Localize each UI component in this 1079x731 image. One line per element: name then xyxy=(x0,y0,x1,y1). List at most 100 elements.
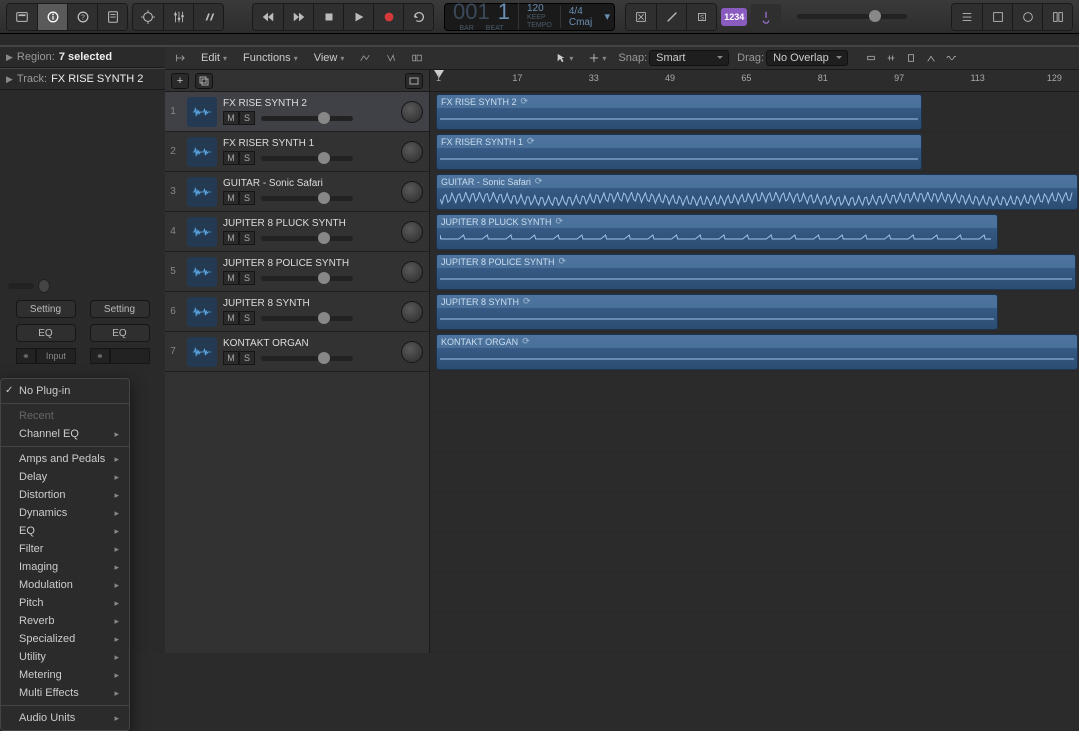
volume-slider[interactable] xyxy=(261,276,353,281)
mixer-button[interactable] xyxy=(163,4,193,30)
global-tracks-button[interactable] xyxy=(405,73,423,89)
region[interactable]: JUPITER 8 POLICE SYNTH⟳ xyxy=(436,254,1076,290)
eq-button-1[interactable]: EQ xyxy=(16,324,76,342)
menu-filter[interactable]: Filter▸ xyxy=(1,540,129,558)
menu-reverb[interactable]: Reverb▸ xyxy=(1,612,129,630)
track-info-row[interactable]: ▶Track:FX RISE SYNTH 2 xyxy=(0,68,165,90)
rewind-button[interactable] xyxy=(253,4,283,30)
cycle-button[interactable] xyxy=(403,4,433,30)
track-header[interactable]: 2FX RISER SYNTH 1MS xyxy=(165,132,429,172)
menu-audio-units[interactable]: Audio Units▸ xyxy=(1,709,129,727)
mute-button[interactable]: M xyxy=(223,111,239,125)
menu-no-plugin[interactable]: No Plug-in xyxy=(1,382,129,400)
input-slot[interactable]: Input xyxy=(36,348,75,364)
region[interactable]: GUITAR - Sonic Safari⟳ xyxy=(436,174,1078,210)
snap-select[interactable]: Smart xyxy=(649,50,729,66)
region-info-row[interactable]: ▶Region:7 selected xyxy=(0,46,165,68)
lcd-menu[interactable]: ▾ xyxy=(600,10,614,23)
quickhelp-button[interactable]: ? xyxy=(67,4,97,30)
pan-knob[interactable] xyxy=(401,341,423,363)
solo-button[interactable]: S xyxy=(239,151,255,165)
pan-knob[interactable] xyxy=(401,141,423,163)
track-name[interactable]: JUPITER 8 PLUCK SYNTH xyxy=(223,218,395,229)
replace-button[interactable] xyxy=(626,4,656,30)
region[interactable]: KONTAKT ORGAN⟳ xyxy=(436,334,1078,370)
region[interactable]: JUPITER 8 SYNTH⟳ xyxy=(436,294,998,330)
pan-knob[interactable] xyxy=(401,221,423,243)
menu-eq[interactable]: EQ▸ xyxy=(1,522,129,540)
pan-knob[interactable] xyxy=(401,181,423,203)
volume-slider[interactable] xyxy=(261,236,353,241)
menu-modulation[interactable]: Modulation▸ xyxy=(1,576,129,594)
browser-button[interactable] xyxy=(1042,4,1072,30)
list-editors-button[interactable] xyxy=(952,4,982,30)
library-button[interactable] xyxy=(7,4,37,30)
stop-button[interactable] xyxy=(313,4,343,30)
region[interactable]: JUPITER 8 PLUCK SYNTH⟳ xyxy=(436,214,998,250)
lcd-beat[interactable]: 1 xyxy=(498,1,510,23)
menu-channel-eq[interactable]: Channel EQ▸ xyxy=(1,425,129,443)
menu-dynamics[interactable]: Dynamics▸ xyxy=(1,504,129,522)
mute-button[interactable]: M xyxy=(223,191,239,205)
menu-delay[interactable]: Delay▸ xyxy=(1,468,129,486)
smart-controls-button[interactable] xyxy=(133,4,163,30)
link-icon-2[interactable]: ⚭ xyxy=(90,348,111,364)
flex-button[interactable] xyxy=(382,49,400,67)
menu-multi-effects[interactable]: Multi Effects▸ xyxy=(1,684,129,702)
zoom-tool-3[interactable] xyxy=(902,49,920,67)
volume-slider[interactable] xyxy=(261,196,353,201)
play-button[interactable] xyxy=(343,4,373,30)
pan-knob[interactable] xyxy=(401,261,423,283)
input-slot-2[interactable] xyxy=(110,348,149,364)
link-icon[interactable]: ⚭ xyxy=(16,348,37,364)
track-icon[interactable] xyxy=(187,257,217,287)
track-name[interactable]: GUITAR - Sonic Safari xyxy=(223,178,395,189)
track-icon[interactable] xyxy=(187,297,217,327)
track-header[interactable]: 4JUPITER 8 PLUCK SYNTHMS xyxy=(165,212,429,252)
menu-distortion[interactable]: Distortion▸ xyxy=(1,486,129,504)
mute-button[interactable]: M xyxy=(223,271,239,285)
countoff-badge[interactable]: 1234 xyxy=(721,8,747,26)
solo-button[interactable]: S xyxy=(239,351,255,365)
duplicate-track-button[interactable] xyxy=(195,73,213,89)
track-icon[interactable] xyxy=(187,137,217,167)
mute-button[interactable]: M xyxy=(223,311,239,325)
zoom-tool-2[interactable] xyxy=(882,49,900,67)
track-icon[interactable] xyxy=(187,97,217,127)
track-name[interactable]: JUPITER 8 SYNTH xyxy=(223,298,395,309)
solo-button[interactable]: S xyxy=(239,191,255,205)
volume-slider[interactable] xyxy=(261,316,353,321)
pan-knob[interactable] xyxy=(401,101,423,123)
menu-imaging[interactable]: Imaging▸ xyxy=(1,558,129,576)
mute-button[interactable]: M xyxy=(223,151,239,165)
master-volume-slider[interactable] xyxy=(797,14,907,19)
track-name[interactable]: JUPITER 8 POLICE SYNTH xyxy=(223,258,395,269)
mute-button[interactable]: M xyxy=(223,231,239,245)
volume-slider[interactable] xyxy=(261,156,353,161)
waveform-zoom[interactable] xyxy=(942,49,960,67)
notepad-button[interactable] xyxy=(982,4,1012,30)
solo-button[interactable]: S xyxy=(239,311,255,325)
record-button[interactable] xyxy=(373,4,403,30)
track-name[interactable]: FX RISER SYNTH 1 xyxy=(223,138,395,149)
forward-button[interactable] xyxy=(283,4,313,30)
menu-utility[interactable]: Utility▸ xyxy=(1,648,129,666)
solo-button[interactable]: S xyxy=(239,271,255,285)
zoom-tool-1[interactable] xyxy=(862,49,880,67)
track-name[interactable]: FX RISE SYNTH 2 xyxy=(223,98,395,109)
mute-button[interactable]: M xyxy=(223,351,239,365)
track-header[interactable]: 1FX RISE SYNTH 2MS xyxy=(165,92,429,132)
track-icon[interactable] xyxy=(187,177,217,207)
lcd-tempo[interactable]: 120 xyxy=(527,3,552,14)
menu-amps-and-pedals[interactable]: Amps and Pedals▸ xyxy=(1,450,129,468)
menu-metering[interactable]: Metering▸ xyxy=(1,666,129,684)
zoom-tool-4[interactable] xyxy=(922,49,940,67)
track-header[interactable]: 7KONTAKT ORGANMS xyxy=(165,332,429,372)
track-icon[interactable] xyxy=(187,217,217,247)
inspector-pan-knob[interactable] xyxy=(38,279,50,293)
setting-button-1[interactable]: Setting xyxy=(16,300,76,318)
view-menu[interactable]: View ▾ xyxy=(310,49,349,67)
lcd-bar[interactable]: 001 xyxy=(453,1,490,23)
volume-slider[interactable] xyxy=(261,116,353,121)
menu-specialized[interactable]: Specialized▸ xyxy=(1,630,129,648)
